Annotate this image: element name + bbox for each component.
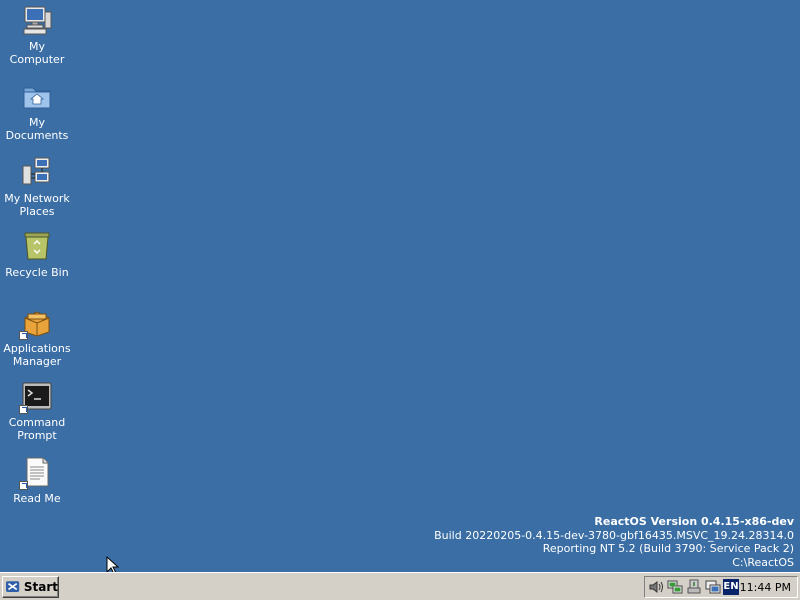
taskbar: Start EN 11:44 PM [0, 572, 800, 600]
desktop[interactable]: My Computer My Documents My Network Plac… [0, 0, 800, 575]
shortcut-arrow-icon [19, 331, 28, 340]
reactos-logo-icon [6, 581, 20, 592]
shortcut-arrow-icon [19, 405, 28, 414]
desktop-icon-applications-manager[interactable]: Applications Manager [2, 306, 72, 368]
desktop-icon-label: My Network Places [4, 192, 70, 218]
clock[interactable]: 11:44 PM [740, 581, 791, 594]
desktop-icon-label: Command Prompt [8, 416, 66, 442]
desktop-icon-my-network-places[interactable]: My Network Places [2, 156, 72, 218]
read-me-icon [19, 456, 53, 490]
version-path: C:\ReactOS [732, 555, 794, 569]
system-tray: EN 11:44 PM [644, 576, 798, 598]
version-build: Build 20220205-0.4.15-dev-3780-gbf16435.… [434, 528, 794, 542]
desktop-icon-read-me[interactable]: Read Me [2, 456, 72, 505]
volume-icon[interactable] [648, 579, 664, 595]
safely-remove-icon[interactable] [686, 579, 702, 595]
desktop-icon-my-documents[interactable]: My Documents [2, 80, 72, 142]
start-label: Start [23, 580, 58, 594]
network-icon[interactable] [667, 579, 683, 595]
version-title: ReactOS Version 0.4.15-x86-dev [594, 515, 794, 528]
shortcut-arrow-icon [19, 481, 28, 490]
start-button[interactable]: Start [2, 576, 59, 598]
desktop-icon-label: My Documents [5, 116, 69, 142]
version-info: ReactOS Version 0.4.15-x86-dev Build 202… [434, 515, 794, 569]
network-places-icon [21, 156, 53, 188]
my-documents-icon [21, 80, 53, 112]
desktop-icon-label: Applications Manager [3, 342, 71, 368]
desktop-icon-my-computer[interactable]: My Computer [2, 4, 72, 66]
desktop-icon-label: Read Me [13, 492, 61, 505]
my-computer-icon [21, 4, 53, 36]
recycle-bin-icon [21, 230, 53, 262]
desktop-icon-label: Recycle Bin [5, 266, 69, 279]
desktop-icon-command-prompt[interactable]: Command Prompt [2, 380, 72, 442]
desktop-icon-label: My Computer [9, 40, 65, 66]
command-prompt-icon [19, 380, 53, 414]
display-icon[interactable] [705, 579, 721, 595]
language-indicator[interactable]: EN [723, 579, 739, 595]
applications-manager-icon [19, 306, 53, 340]
desktop-icon-recycle-bin[interactable]: Recycle Bin [2, 230, 72, 279]
version-reporting: Reporting NT 5.2 (Build 3790: Service Pa… [542, 542, 794, 555]
